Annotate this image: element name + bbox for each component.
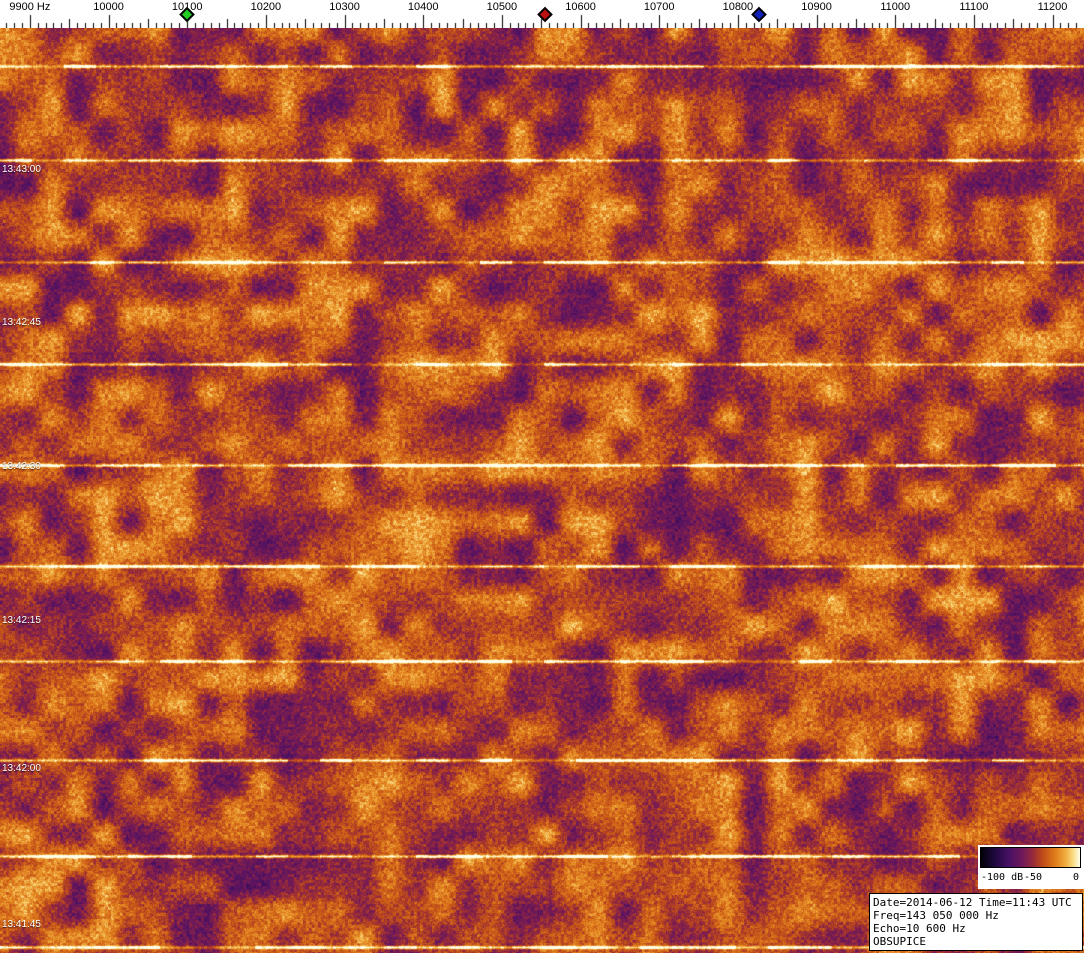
colorbar-labels: -100 dB -50 0 bbox=[978, 872, 1084, 887]
freq-tick-label: 11100 bbox=[959, 1, 989, 13]
freq-tick-label: 11200 bbox=[1037, 1, 1068, 13]
spectrogram-display: 9900 Hz100001010010200103001040010500106… bbox=[0, 0, 1084, 953]
freq-tick-label: 10700 bbox=[643, 1, 675, 13]
spectrogram-waterfall[interactable] bbox=[0, 28, 1084, 953]
time-tick-label: 13:42:30 bbox=[2, 461, 41, 472]
freq-tick-label: 10500 bbox=[486, 1, 518, 13]
time-tick-label: 13:42:15 bbox=[2, 615, 41, 626]
colorbar-legend: -100 dB -50 0 bbox=[978, 845, 1084, 889]
info-line: OBSUPICE bbox=[873, 935, 926, 948]
colorbar-min-label: -100 dB bbox=[981, 872, 1024, 883]
time-tick-label: 13:42:00 bbox=[2, 763, 41, 774]
colorbar-gradient bbox=[980, 847, 1081, 868]
freq-tick-label: 10400 bbox=[407, 1, 439, 13]
freq-tick-label: 10300 bbox=[329, 1, 360, 13]
time-tick-label: 13:43:00 bbox=[2, 164, 41, 175]
freq-tick-label: 10200 bbox=[250, 1, 282, 13]
time-tick-label: 13:41:45 bbox=[2, 919, 41, 930]
colorbar-max-label: 0 bbox=[1072, 872, 1079, 883]
freq-tick-label: 9900 Hz bbox=[9, 1, 51, 13]
freq-tick-label: 10800 bbox=[722, 1, 754, 13]
freq-tick-label: 10900 bbox=[801, 1, 832, 13]
colorbar-mid-label: -50 bbox=[1024, 872, 1043, 883]
info-line: Freq=143 050 000 Hz bbox=[873, 909, 999, 922]
freq-tick-label: 11000 bbox=[880, 1, 911, 13]
status-info-box: Date=2014-06-12 Time=11:43 UTC Freq=143 0… bbox=[869, 893, 1083, 951]
info-line: Date=2014-06-12 Time=11:43 UTC bbox=[873, 896, 1072, 909]
freq-tick-label: 10000 bbox=[93, 1, 124, 13]
freq-tick-label: 10600 bbox=[565, 1, 596, 13]
time-tick-label: 13:42:45 bbox=[2, 317, 41, 328]
frequency-ruler[interactable]: 9900 Hz100001010010200103001040010500106… bbox=[0, 0, 1084, 28]
info-line: Echo=10 600 Hz bbox=[873, 922, 966, 935]
